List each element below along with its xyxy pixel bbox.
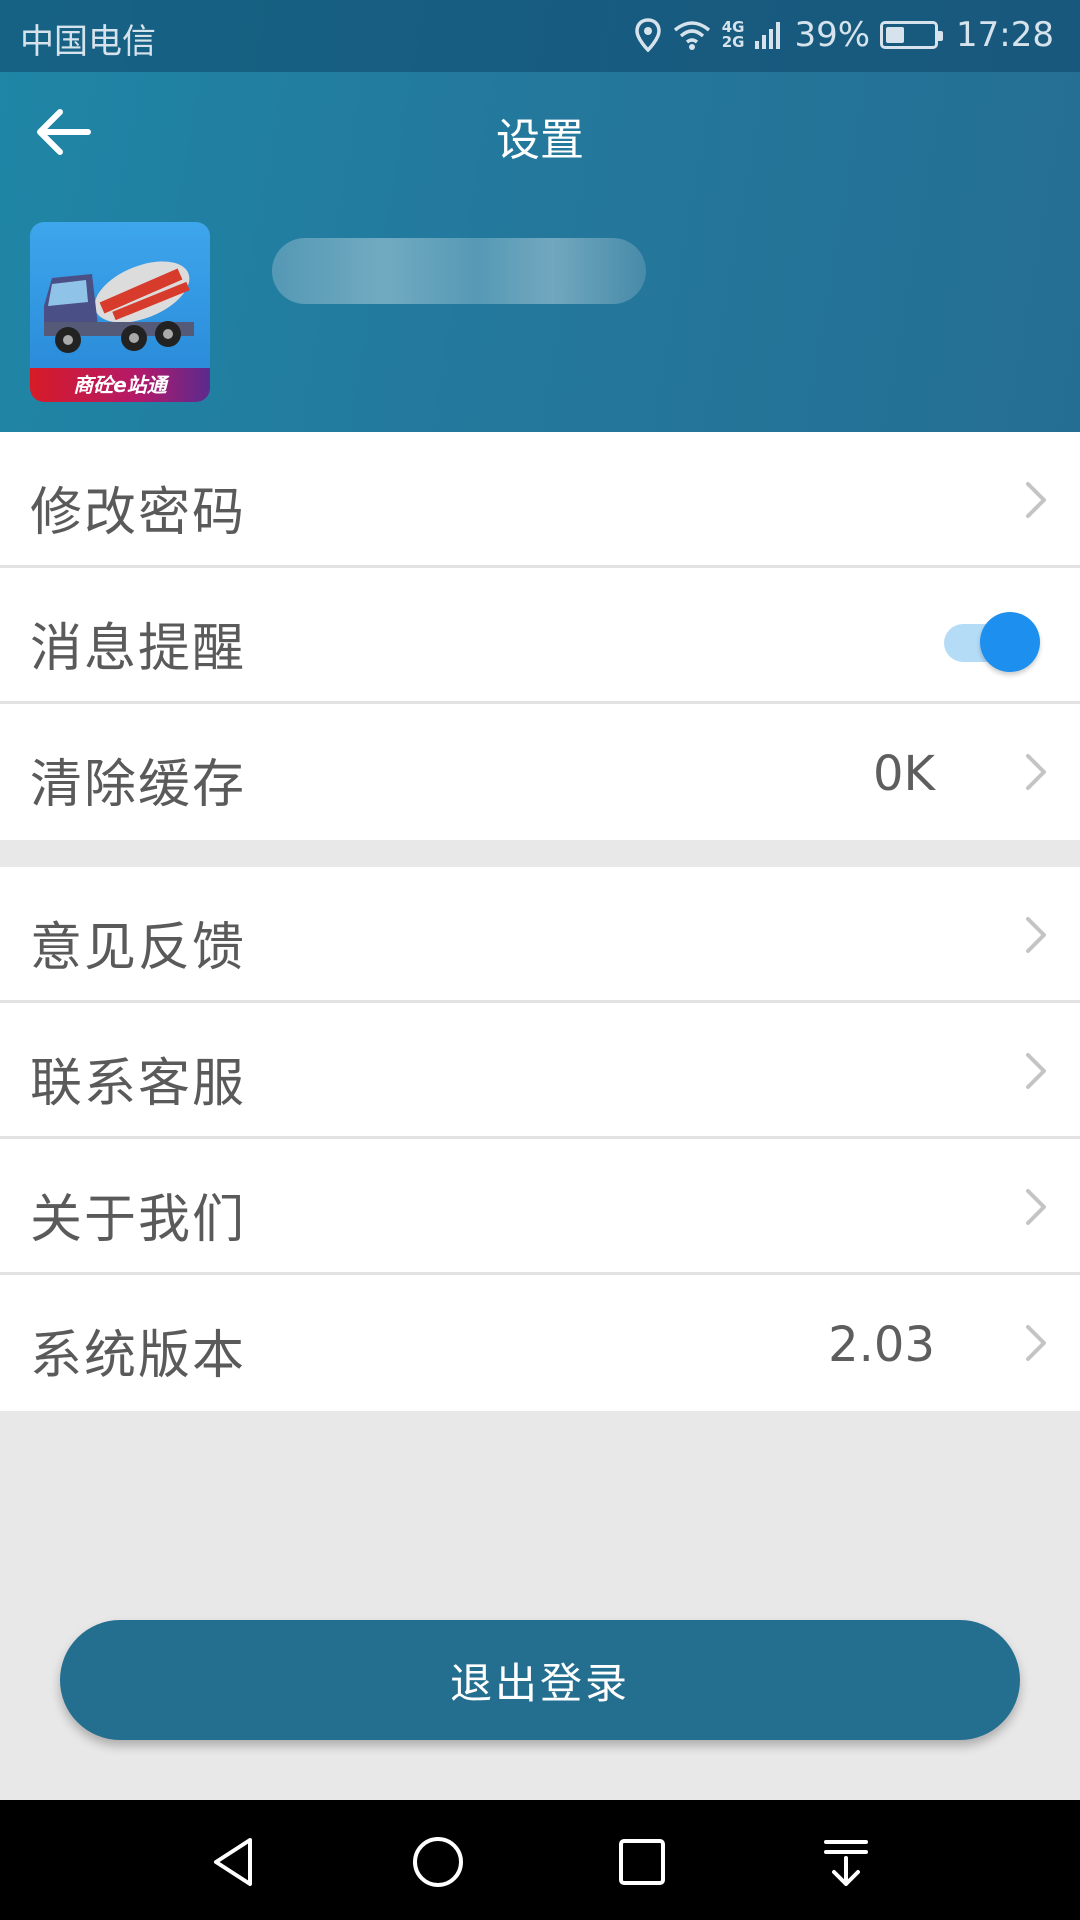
wifi-icon [673, 21, 710, 50]
settings-group-account: 修改密码 消息提醒 清除缓存 0K [0, 432, 1080, 840]
chevron-right-icon [1026, 754, 1046, 790]
toolbar: 设置 [0, 72, 1080, 192]
change-password-row[interactable]: 修改密码 [0, 432, 1080, 568]
settings-group-about: 意见反馈 联系客服 关于我们 系统版本 2.03 [0, 867, 1080, 1411]
contact-support-row[interactable]: 联系客服 [0, 1003, 1080, 1139]
about-us-row[interactable]: 关于我们 [0, 1139, 1080, 1275]
signal-icon [755, 22, 781, 49]
app-logo: 商砼e站通 [30, 222, 210, 402]
clear-cache-label: 清除缓存 [30, 755, 247, 815]
page-title: 设置 [496, 115, 584, 166]
message-reminder-toggle[interactable] [940, 608, 1040, 672]
header: 中国电信 4G 2G 39% 17:28 设置 商砼e站通 [0, 0, 1080, 432]
chevron-right-icon [1026, 482, 1046, 518]
clear-cache-row[interactable]: 清除缓存 0K [0, 704, 1080, 840]
toggle-thumb [980, 612, 1040, 672]
nav-recents-icon[interactable] [612, 1832, 672, 1892]
cache-size-value: 0K [872, 746, 935, 802]
system-version-row[interactable]: 系统版本 2.03 [0, 1275, 1080, 1411]
message-reminder-row: 消息提醒 [0, 568, 1080, 704]
chevron-right-icon [1026, 917, 1046, 953]
battery-icon [880, 21, 944, 49]
battery-level [886, 27, 904, 43]
message-reminder-label: 消息提醒 [30, 619, 247, 679]
about-us-label: 关于我们 [30, 1190, 247, 1250]
nav-back-icon[interactable] [204, 1832, 264, 1892]
network-type-2g: 2G [721, 33, 745, 51]
status-icons: 4G 2G 39% 17:28 [624, 12, 1054, 58]
carrier-name: 中国电信 [20, 22, 156, 62]
battery-percent: 39% [794, 15, 871, 55]
clock: 17:28 [956, 15, 1054, 55]
nav-home-icon[interactable] [408, 1832, 468, 1892]
logout-button[interactable]: 退出登录 [60, 1620, 1020, 1740]
navigation-bar [0, 1800, 1080, 1920]
chevron-right-icon [1026, 1325, 1046, 1361]
system-version-label: 系统版本 [30, 1326, 247, 1386]
nav-notification-icon[interactable] [816, 1832, 876, 1892]
chevron-right-icon [1026, 1189, 1046, 1225]
change-password-label: 修改密码 [30, 483, 247, 543]
feedback-label: 意见反馈 [30, 918, 247, 978]
chevron-right-icon [1026, 1053, 1046, 1089]
feedback-row[interactable]: 意见反馈 [0, 867, 1080, 1003]
mixer-truck-icon [44, 261, 194, 353]
username-redacted [272, 238, 646, 304]
app-logo-text: 商砼e站通 [30, 368, 210, 402]
status-bar: 中国电信 4G 2G 39% 17:28 [0, 0, 1080, 72]
location-icon [634, 18, 661, 52]
contact-support-label: 联系客服 [30, 1054, 247, 1114]
network-type: 4G 2G [722, 20, 745, 50]
version-value: 2.03 [828, 1317, 935, 1373]
